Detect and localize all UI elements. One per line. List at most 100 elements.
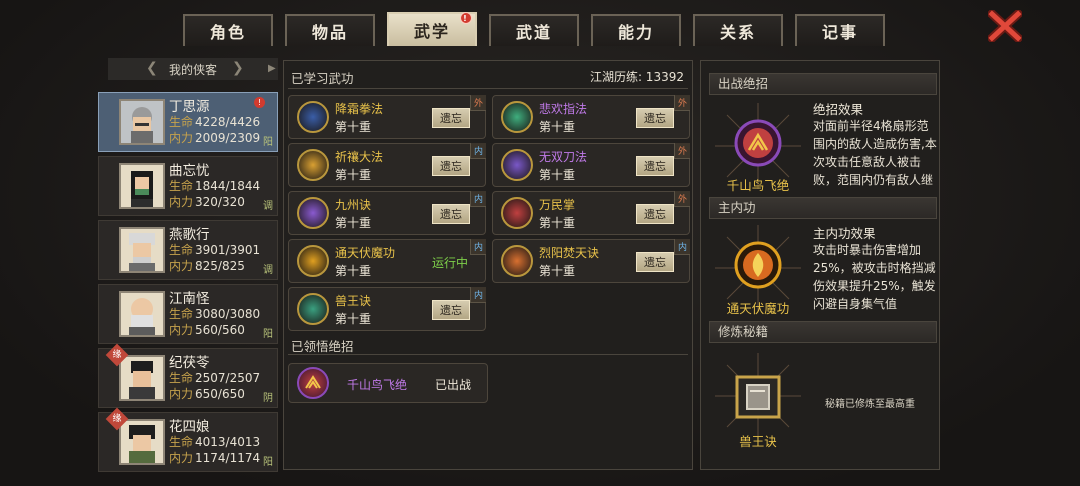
skill-card[interactable]: 祈禳大法 第十重 遗忘内 [288, 143, 486, 187]
skill-level: 第十重 [335, 264, 372, 278]
skill-icon [297, 197, 329, 229]
skill-icon [501, 197, 533, 229]
forget-button[interactable]: 遗忘 [432, 156, 470, 176]
skill-icon [297, 101, 329, 133]
tab-relations[interactable]: 关系 [693, 14, 783, 46]
hero-card[interactable]: 缘 花四娘 生命 4013/4013 内力 1174/1174 阳 [98, 407, 278, 472]
skill-card[interactable]: 降霜拳法 第十重 遗忘外 [288, 95, 486, 139]
ult-skill-icon [297, 367, 329, 399]
skill-type-badge: 外 [674, 95, 690, 111]
hero-card[interactable]: 燕歌行 生命 3901/3901 内力 825/825 调 [98, 220, 278, 280]
hero-name: 纪茯苓 [169, 355, 210, 371]
hero-name: 曲忘忧 [169, 163, 210, 179]
running-status: 运行中 [432, 256, 469, 270]
avatar [119, 355, 165, 401]
chevron-left-icon[interactable]: ❮ [146, 60, 158, 76]
jianghu-exp: 江湖历练: 13392 [589, 70, 684, 84]
hero-card[interactable]: 曲忘忧 生命 1844/1844 内力 320/320 调 [98, 156, 278, 216]
skill-name: 烈阳焚天诀 [539, 246, 600, 260]
skill-icon [501, 101, 533, 133]
main-internal-name: 通天伏魔功 [726, 301, 790, 316]
hero-tag: 阳 [263, 329, 273, 340]
close-icon [988, 10, 1022, 42]
tab-label: 记事 [821, 23, 858, 42]
skill-card[interactable]: 烈阳焚天诀第十重 遗忘内 [492, 239, 690, 283]
skill-level: 第十重 [539, 168, 576, 182]
skill-name: 九州诀 [335, 198, 372, 212]
skill-card[interactable]: 无双刀法第十重 遗忘外 [492, 143, 690, 187]
internal-effect-text: 攻击时暴击伤害增加25%，被攻击时格挡减伤效果提升25%，触发闪避自身集气值+1… [813, 243, 936, 311]
skill-level: 第十重 [539, 264, 576, 278]
skill-type-badge: 内 [470, 287, 486, 303]
tab-abilities[interactable]: 能力 [591, 14, 681, 46]
expand-icon[interactable]: ▶ [268, 63, 276, 74]
avatar [119, 227, 165, 273]
chevron-right-icon[interactable]: ❯ [232, 60, 244, 76]
skills-panel: 已学习武功 江湖历练: 13392 降霜拳法 第十重 遗忘外悲欢指法 第十重 遗忘外祈禳… [283, 60, 693, 470]
tab-martial-arts[interactable]: 武学! [387, 12, 477, 46]
tab-label: 武道 [515, 23, 552, 42]
notify-badge: ! [254, 97, 265, 108]
avatar [119, 163, 165, 209]
tab-character[interactable]: 角色 [183, 14, 273, 46]
hero-name: 花四娘 [169, 419, 210, 435]
avatar [119, 99, 165, 145]
tab-records[interactable]: 记事 [795, 14, 885, 46]
skill-card[interactable]: 万民掌 第十重 遗忘外 [492, 191, 690, 235]
hero-mp: 内力 1174/1174 [169, 451, 261, 465]
manual-icon[interactable] [713, 351, 803, 441]
forget-button[interactable]: 遗忘 [636, 204, 674, 224]
active-ult-header: 出战绝招 [709, 73, 937, 95]
hero-tag: 阳 [263, 137, 273, 148]
details-panel: 出战绝招 千山鸟飞绝 绝招效果 对面前半径4格扇形范围内的敌人造成伤害,本次攻击… [700, 60, 940, 470]
forget-button[interactable]: 遗忘 [636, 156, 674, 176]
close-button[interactable] [986, 8, 1024, 44]
skill-type-badge: 内 [470, 239, 486, 255]
tab-items[interactable]: 物品 [285, 14, 375, 46]
hero-list: 丁思源 生命 4228/4426 内力 2009/2309 阳 ! 曲忘忧 生命 18… [98, 92, 278, 472]
active-ult-name: 千山鸟飞绝 [726, 178, 790, 193]
hero-card[interactable]: 丁思源 生命 4228/4426 内力 2009/2309 阳 ! [98, 92, 278, 152]
hero-card[interactable]: 缘 纪茯苓 生命 2507/2507 内力 650/650 阴 [98, 343, 278, 408]
skill-name: 万民掌 [539, 198, 576, 212]
internal-effect-title: 主内功效果 [813, 226, 876, 241]
skill-level: 第十重 [335, 216, 372, 230]
hero-hp: 生命 3901/3901 [169, 243, 261, 257]
comprehended-ult-title: 已领悟绝招 [291, 339, 354, 354]
tab-label: 武学 [413, 22, 450, 41]
hero-tag: 调 [263, 201, 273, 212]
forget-button[interactable]: 遗忘 [432, 300, 470, 320]
skill-type-badge: 外 [674, 143, 690, 159]
skill-card[interactable]: 兽王诀第十重 遗忘内 [288, 287, 486, 331]
skill-level: 第十重 [335, 312, 372, 326]
ult-effect-text: 对面前半径4格扇形范围内的敌人造成伤害,本次攻击任意敌人被击败，范围内仍有敌人继 [813, 119, 937, 187]
learned-skills-title: 已学习武功 [291, 71, 354, 86]
divider [288, 88, 688, 89]
skill-name: 祈禳大法 [335, 150, 384, 164]
hero-tag: 阴 [263, 393, 273, 404]
hero-hp: 生命 4013/4013 [169, 435, 261, 449]
forget-button[interactable]: 遗忘 [636, 252, 674, 272]
ult-skill-card[interactable]: 千山鸟飞绝 已出战 [288, 363, 488, 403]
avatar [119, 291, 165, 337]
forget-button[interactable]: 遗忘 [636, 108, 674, 128]
skill-level: 第十重 [539, 120, 576, 134]
skill-level: 第十重 [335, 120, 372, 134]
skill-name: 通天伏魔功 [335, 246, 396, 260]
skill-level: 第十重 [539, 216, 576, 230]
hero-mp: 内力 320/320 [169, 195, 245, 209]
tab-wudao[interactable]: 武道 [489, 14, 579, 46]
skill-card[interactable]: 悲欢指法 第十重 遗忘外 [492, 95, 690, 139]
skill-card[interactable]: 九州诀 第十重 遗忘内 [288, 191, 486, 235]
hero-name: 丁思源 [169, 99, 210, 115]
forget-button[interactable]: 遗忘 [432, 204, 470, 224]
hero-card[interactable]: 江南怪 生命 3080/3080 内力 560/560 阳 [98, 284, 278, 344]
skill-name: 兽王诀 [335, 294, 372, 308]
tab-bar: 角色 物品 武学! 武道 能力 关系 记事 [183, 12, 887, 46]
skill-type-badge: 内 [674, 239, 690, 255]
skill-card[interactable]: 通天伏魔功第十重 运行中内 [288, 239, 486, 283]
skill-name: 无双刀法 [539, 150, 588, 164]
forget-button[interactable]: 遗忘 [432, 108, 470, 128]
manual-header: 修炼秘籍 [709, 321, 937, 343]
fate-badge: 缘 [105, 407, 129, 431]
